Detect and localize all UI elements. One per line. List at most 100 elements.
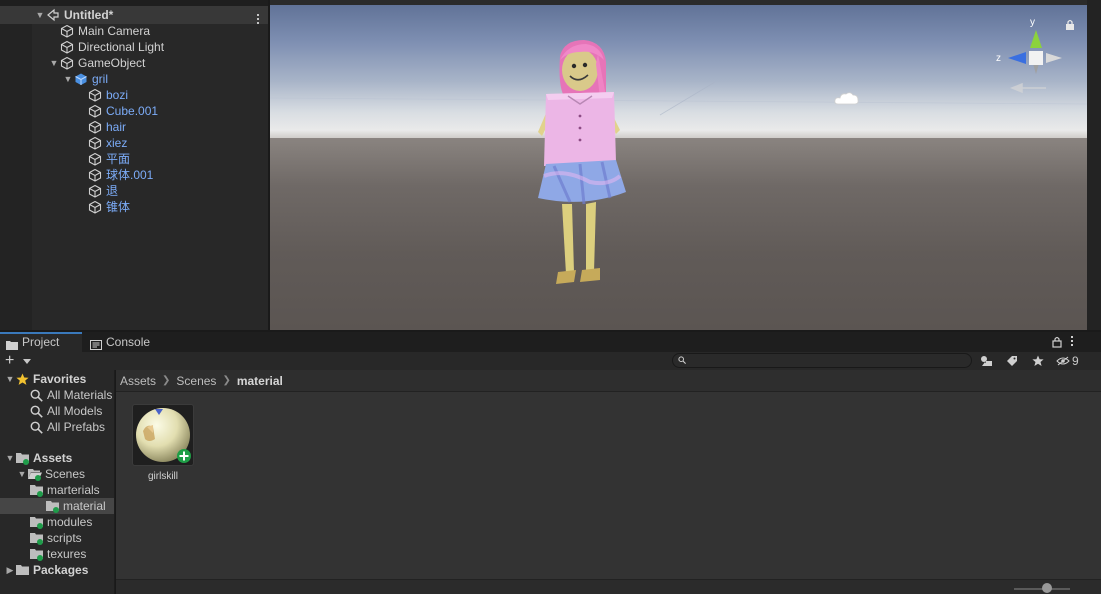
search-input[interactable]	[689, 354, 969, 367]
breadcrumb-current[interactable]: material	[237, 370, 283, 392]
orientation-gizmo[interactable]: y z	[996, 14, 1076, 104]
collapse-triangle-icon[interactable]: ▼	[4, 371, 16, 387]
icon-size-slider-handle[interactable]	[1042, 583, 1052, 593]
hierarchy-item-directional-light[interactable]: Directional Light	[48, 39, 164, 55]
collapse-triangle-icon[interactable]: ▼	[16, 466, 28, 482]
item-label: 平面	[106, 152, 131, 166]
hierarchy-item-leg[interactable]: 退	[76, 183, 118, 199]
tree-folder-scripts[interactable]: scripts	[30, 530, 82, 546]
project-content: Assets ❯ Scenes ❯ material girlskill	[116, 370, 1101, 594]
folder-collab-icon	[16, 452, 30, 465]
unity-scene-icon	[46, 8, 60, 22]
search-field[interactable]	[672, 353, 972, 368]
tree-folder-modules[interactable]: modules	[30, 514, 92, 530]
gameobject-cube-icon	[60, 24, 74, 38]
tree-favorite-all-materials[interactable]: All Materials	[30, 387, 112, 403]
search-icon	[678, 356, 686, 364]
hierarchy-item-main-camera[interactable]: Main Camera	[48, 23, 150, 39]
filter-by-label-button[interactable]	[1000, 352, 1024, 370]
hierarchy-item-cube-001[interactable]: Cube.001	[76, 103, 158, 119]
star-icon	[1032, 355, 1044, 366]
add-asset-button[interactable]: +	[5, 352, 14, 370]
camera-gizmo-icon[interactable]	[834, 90, 860, 108]
hierarchy-panel: ▼ Untitled* Main Camera Directional Ligh…	[0, 0, 268, 330]
gameobject-cube-icon	[88, 88, 102, 102]
collapse-triangle-icon[interactable]: ▼	[62, 71, 74, 87]
item-label: 退	[106, 184, 119, 198]
tree-assets[interactable]: ▼ Assets	[4, 450, 73, 466]
asset-name: girlskill	[148, 471, 178, 482]
hierarchy-item-hair[interactable]: hair	[76, 119, 126, 135]
chevron-down-icon[interactable]	[23, 359, 31, 364]
project-toolbar: + 9	[0, 352, 1101, 370]
tab-console[interactable]: Console	[84, 332, 164, 352]
scene-view[interactable]: y z	[270, 0, 1087, 330]
hierarchy-item-sphere-001[interactable]: 球体.001	[76, 167, 153, 183]
tree-favorites[interactable]: ▼ Favorites	[4, 371, 87, 387]
collapse-triangle-icon[interactable]: ▼	[34, 7, 46, 23]
tree-label: scripts	[47, 531, 82, 545]
hierarchy-more-icon[interactable]	[256, 14, 260, 28]
item-label: Directional Light	[78, 40, 165, 54]
gameobject-cube-icon	[88, 168, 102, 182]
hierarchy-item-plane[interactable]: 平面	[76, 151, 130, 167]
tree-favorite-all-models[interactable]: All Models	[30, 403, 102, 419]
girl-character-model[interactable]	[514, 36, 674, 296]
breadcrumb-assets[interactable]: Assets	[120, 370, 156, 392]
hidden-packages-toggle[interactable]: 9	[1056, 352, 1079, 370]
tab-project[interactable]: Project	[0, 332, 82, 352]
tree-scenes[interactable]: ▼ Scenes	[16, 466, 86, 482]
tree-label: All Models	[47, 404, 103, 418]
scene-header-row[interactable]: ▼ Untitled*	[0, 6, 268, 24]
hierarchy-item-xiez[interactable]: xiez	[76, 135, 127, 151]
tag-icon	[1007, 356, 1017, 366]
scene-name: Untitled*	[64, 8, 114, 22]
tree-label: marterials	[47, 483, 100, 497]
favorites-button[interactable]	[1026, 352, 1050, 370]
tree-packages[interactable]: ▶ Packages	[4, 562, 89, 578]
search-icon	[30, 405, 44, 418]
console-icon	[90, 336, 102, 350]
gameobject-cube-icon	[88, 120, 102, 134]
gizmo-z-label: z	[996, 53, 1001, 64]
item-label: bozi	[106, 88, 129, 102]
asset-tile[interactable]: girlskill	[132, 404, 194, 482]
tree-label: texures	[47, 547, 87, 561]
tree-folder-texures[interactable]: texures	[30, 546, 86, 562]
breadcrumb: Assets ❯ Scenes ❯ material	[116, 370, 1101, 392]
folder-icon	[6, 338, 18, 350]
tab-label: Console	[106, 335, 151, 349]
chevron-right-icon: ❯	[162, 374, 171, 386]
gameobject-cube-icon	[88, 136, 102, 150]
panel-more-icon[interactable]	[1071, 336, 1073, 346]
lock-icon[interactable]	[1065, 19, 1075, 31]
tree-label: Scenes	[45, 467, 86, 481]
item-label: hair	[106, 120, 127, 134]
folder-collab-icon	[30, 516, 44, 529]
hierarchy-item-bozi[interactable]: bozi	[76, 87, 128, 103]
expand-triangle-icon[interactable]: ▶	[4, 562, 16, 578]
tree-label: Packages	[33, 563, 89, 577]
collapse-triangle-icon[interactable]: ▼	[4, 450, 16, 466]
tree-label: All Prefabs	[47, 420, 106, 434]
panel-lock-icon[interactable]	[1052, 336, 1062, 348]
scene-root-item[interactable]: ▼ Untitled*	[34, 7, 114, 23]
tree-favorite-all-prefabs[interactable]: All Prefabs	[30, 419, 105, 435]
collapse-triangle-icon[interactable]: ▼	[48, 55, 60, 71]
search-icon	[30, 421, 44, 434]
folder-open-collab-icon	[28, 468, 42, 481]
tree-label: Favorites	[33, 372, 87, 386]
tree-folder-marterials[interactable]: marterials	[30, 482, 100, 498]
gizmo-y-label: y	[1030, 17, 1035, 28]
hierarchy-item-gameobject[interactable]: ▼ GameObject	[48, 55, 146, 71]
hidden-count-value: 9	[1072, 354, 1079, 368]
hierarchy-item-gril[interactable]: ▼ gril	[62, 71, 108, 87]
tree-folder-material[interactable]: material	[0, 498, 114, 514]
hierarchy-item-cone[interactable]: 锥体	[76, 199, 130, 215]
material-sphere-icon	[132, 404, 194, 466]
shapes-icon	[981, 356, 992, 366]
item-label: 锥体	[106, 200, 131, 214]
filter-by-type-button[interactable]	[975, 352, 999, 370]
search-icon	[30, 389, 44, 402]
breadcrumb-scenes[interactable]: Scenes	[176, 370, 216, 392]
